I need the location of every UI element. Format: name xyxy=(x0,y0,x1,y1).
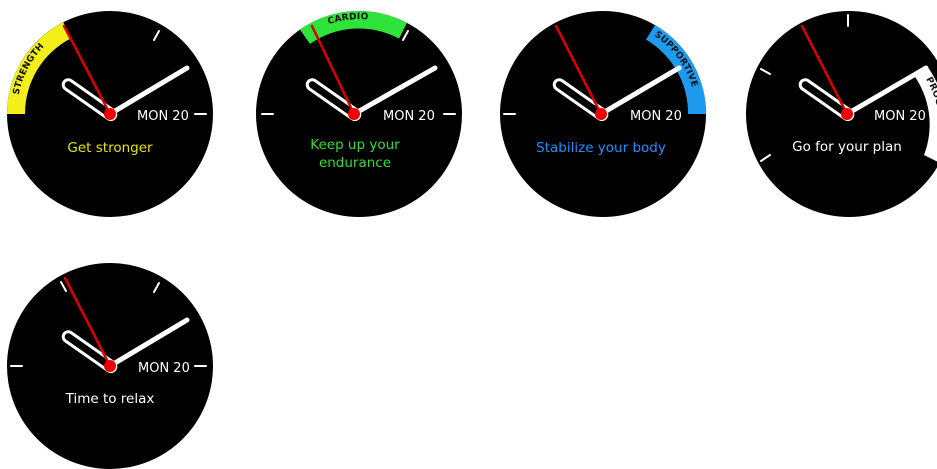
date-label: MON 20 xyxy=(630,109,682,124)
motivation-message: Time to relax xyxy=(65,391,155,407)
center-dot xyxy=(104,108,116,120)
date-label: MON 20 xyxy=(138,361,190,376)
motivation-message-line-1: Keep up your xyxy=(310,137,400,153)
motivation-message: Stabilize your body xyxy=(536,140,666,156)
motivation-message-line-2: endurance xyxy=(319,155,391,171)
center-dot xyxy=(595,108,607,120)
date-label: MON 20 xyxy=(874,109,926,124)
watch-face-cardio: CARDIO MON 20 Keep up your endurance xyxy=(256,10,462,217)
date-label: MON 20 xyxy=(383,109,435,124)
center-dot xyxy=(348,108,360,120)
motivation-message: Get stronger xyxy=(67,140,153,156)
watch-face-relax: MON 20 Time to relax xyxy=(7,263,213,469)
motivation-message: Go for your plan xyxy=(792,139,902,155)
watch-face-supportive: SUPPORTIVE MON 20 Stabilize your body xyxy=(500,11,706,217)
watch-face-strength: STRENGTH MON 20 Get stronger xyxy=(7,11,213,217)
watch-face-program: PROGRAM MON 20 Go for your plan xyxy=(746,11,937,217)
date-label: MON 20 xyxy=(137,109,189,124)
center-dot xyxy=(841,108,853,120)
center-dot xyxy=(104,360,116,372)
